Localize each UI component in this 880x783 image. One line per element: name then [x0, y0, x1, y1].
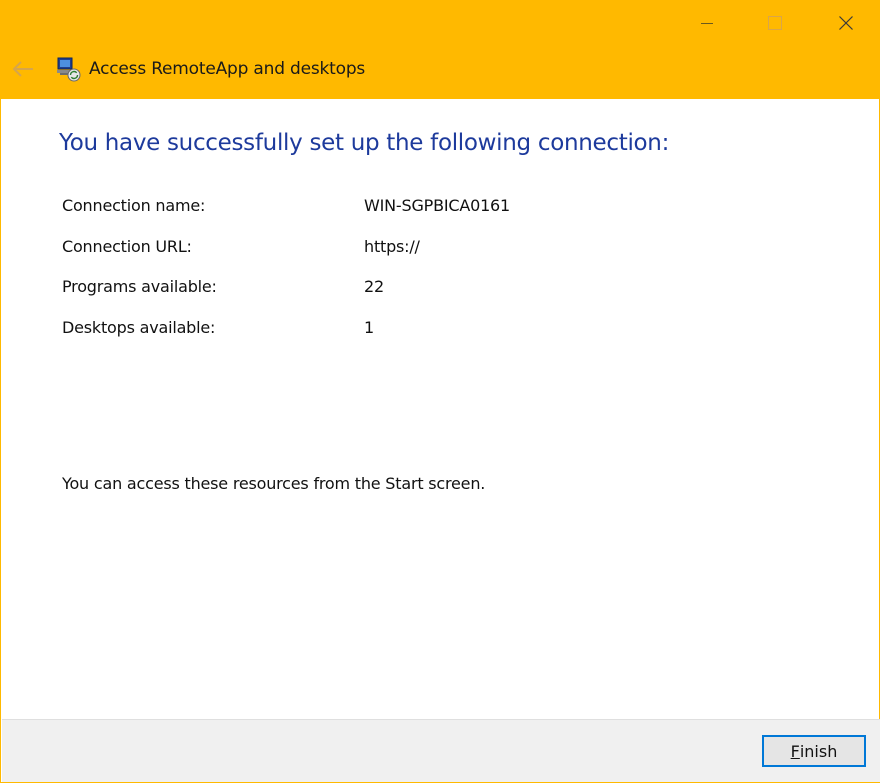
- finish-mnemonic: F: [790, 741, 800, 761]
- start-screen-info: You can access these resources from the …: [62, 474, 486, 493]
- page-heading: You have successfully set up the followi…: [59, 130, 670, 156]
- detail-label: Desktops available:: [62, 318, 216, 337]
- detail-row-programs-available: Programs available: 22: [62, 277, 822, 301]
- finish-button[interactable]: Finish: [762, 735, 866, 767]
- finish-label: inish: [799, 741, 838, 761]
- window-title: Access RemoteApp and desktops: [89, 59, 366, 79]
- detail-label: Programs available:: [62, 277, 217, 296]
- detail-row-connection-url: Connection URL: https://: [62, 237, 822, 261]
- close-icon: [839, 15, 853, 30]
- back-arrow-icon: [12, 61, 33, 77]
- remoteapp-icon: [57, 57, 81, 82]
- maximize-button[interactable]: [752, 0, 798, 45]
- back-button[interactable]: [7, 54, 39, 84]
- close-button[interactable]: [823, 0, 869, 45]
- detail-row-connection-name: Connection name: WIN-SGPBICA0161: [62, 196, 822, 220]
- detail-label: Connection URL:: [62, 237, 192, 256]
- minimize-button[interactable]: [684, 0, 730, 45]
- detail-value: https://: [364, 237, 420, 256]
- detail-value: 22: [364, 277, 384, 296]
- detail-value: WIN-SGPBICA0161: [364, 196, 511, 215]
- title-bar: Access RemoteApp and desktops: [1, 0, 880, 99]
- maximize-icon: [768, 15, 782, 30]
- detail-value: 1: [364, 318, 374, 337]
- detail-label: Connection name:: [62, 196, 206, 215]
- detail-row-desktops-available: Desktops available: 1: [62, 318, 822, 342]
- minimize-icon: [701, 22, 713, 24]
- wizard-window: Access RemoteApp and desktops You have s…: [0, 0, 880, 783]
- footer-bar: [2, 719, 880, 782]
